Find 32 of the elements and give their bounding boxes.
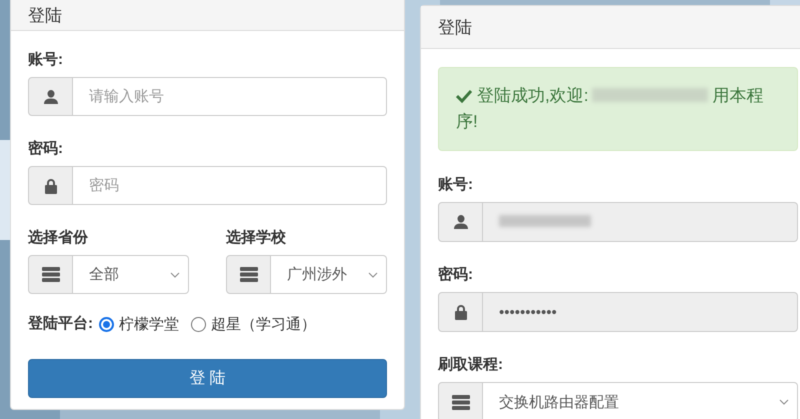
field-label: 选择学校 [226, 228, 286, 248]
dropdown[interactable]: 广州涉外 [271, 255, 387, 294]
alert-message: 登陆成功,欢迎: 用本程序! [456, 85, 764, 133]
field-label: 登陆平台: [28, 314, 93, 334]
field-label: 密码: [28, 139, 63, 159]
input-field[interactable]: 密码 [73, 166, 387, 205]
list-icon [452, 394, 470, 410]
field-label: 账号: [438, 175, 473, 195]
radio-button[interactable] [191, 316, 206, 332]
dropdown[interactable]: 交换机路由器配置 [483, 382, 798, 419]
field-label: 刷取课程: [438, 355, 503, 375]
check-icon [456, 89, 472, 103]
input-field[interactable]: 请输入账号 [73, 77, 387, 116]
field-label: 账号: [28, 50, 63, 70]
lock-icon [454, 304, 468, 320]
list-icon [42, 267, 60, 282]
chevron-down-icon [368, 272, 378, 278]
field-label: 密码: [438, 265, 473, 285]
radio-button[interactable] [99, 316, 114, 332]
radio-label[interactable]: 柠檬学堂 [119, 314, 179, 334]
dropdown[interactable]: 全部 [73, 255, 189, 294]
user-icon [42, 88, 58, 104]
list-icon [240, 267, 258, 282]
lock-icon [44, 178, 58, 194]
chevron-down-icon [779, 399, 789, 405]
panel-title: 登陆 [438, 16, 472, 38]
field-label: 选择省份 [28, 228, 88, 248]
radio-label[interactable]: 超星（学习通） [211, 314, 316, 334]
user-icon [452, 214, 468, 230]
login-button[interactable]: 登 陆 [28, 359, 387, 398]
panel-title: 登陆 [28, 4, 62, 26]
chevron-down-icon [170, 272, 180, 278]
